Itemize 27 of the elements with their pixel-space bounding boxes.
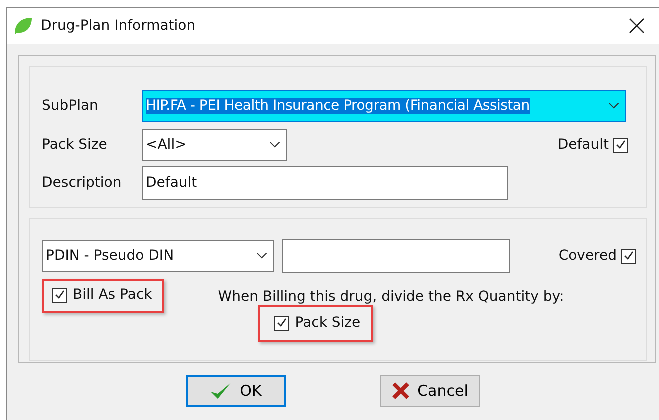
checkmark-icon — [622, 250, 634, 262]
code-dropdown[interactable]: PDIN - Pseudo DIN — [42, 240, 274, 272]
checkmark-icon — [276, 317, 288, 329]
bill-as-pack-checkbox[interactable]: Bill As Pack — [52, 287, 152, 303]
divide-instruction: When Billing this drug, divide the Rx Quantity by: — [218, 289, 564, 305]
pack-size-label: Pack Size — [42, 137, 108, 153]
caret-icon — [257, 253, 267, 259]
caret-icon — [609, 103, 619, 109]
description-label: Description — [42, 175, 123, 191]
description-field[interactable]: Default — [142, 166, 508, 200]
pack-size-checkbox[interactable]: Pack Size — [274, 315, 361, 331]
pack-size-dropdown[interactable]: <All> — [142, 129, 287, 161]
subplan-dropdown[interactable]: HIP.FA - PEI Health Insurance Program (Financial Assistan — [142, 90, 626, 122]
leaf-icon — [13, 16, 33, 36]
caret-icon — [270, 142, 280, 148]
code-field[interactable] — [282, 239, 510, 273]
ok-button[interactable]: OK — [186, 375, 286, 407]
subplan-label: SubPlan — [42, 98, 100, 114]
default-checkbox[interactable]: Default — [558, 137, 636, 153]
covered-checkbox[interactable]: Covered — [558, 248, 644, 264]
cancel-button[interactable]: Cancel — [380, 375, 480, 407]
checkmark-icon — [54, 289, 66, 301]
checkmark-icon — [210, 382, 232, 400]
window-title: Drug-Plan Information — [41, 18, 197, 34]
close-icon[interactable] — [629, 18, 645, 34]
cross-icon — [392, 382, 410, 400]
checkmark-icon — [614, 139, 626, 151]
